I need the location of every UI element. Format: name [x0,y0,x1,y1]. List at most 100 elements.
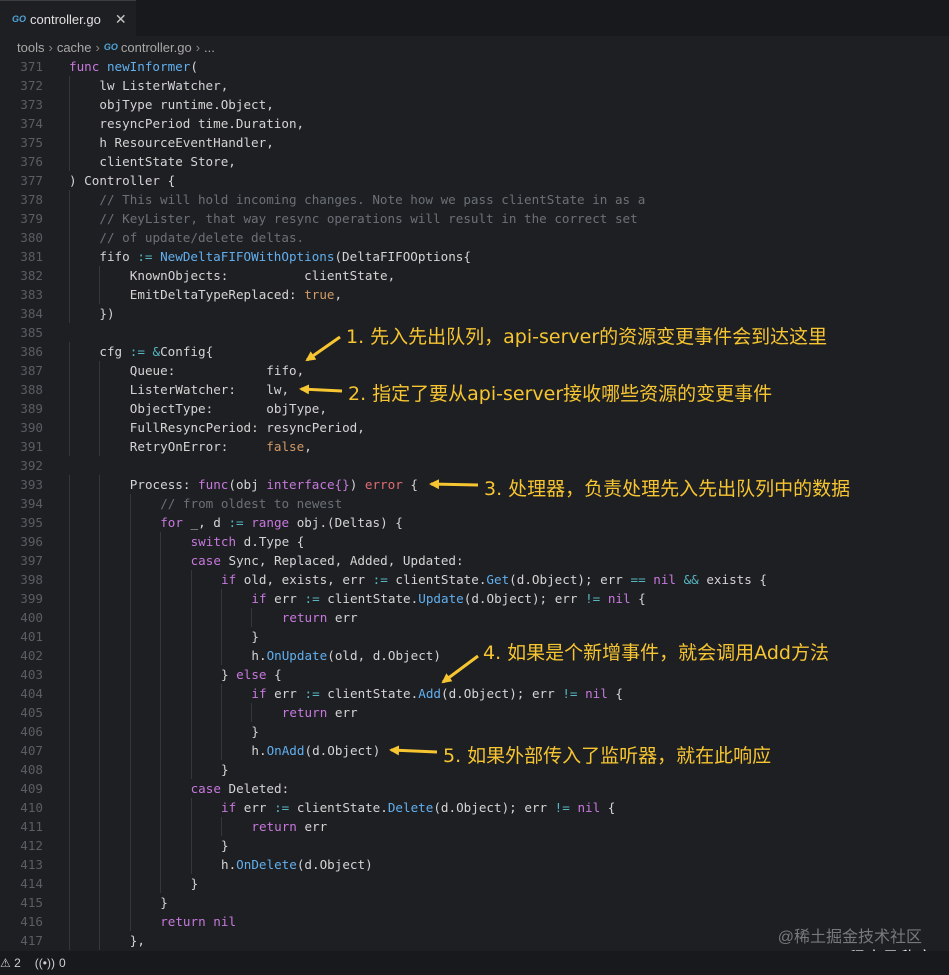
close-icon[interactable]: ✕ [115,11,127,28]
code-line[interactable]: 406} [0,722,949,741]
code-line[interactable]: 390 FullResyncPeriod: resyncPeriod, [0,418,949,437]
code-line[interactable]: 405 return err [0,703,949,722]
indent-guide [99,627,101,646]
code-line[interactable]: 400 return err [0,608,949,627]
signal-count[interactable]: 0 [59,956,66,970]
breadcrumb-file[interactable]: controller.go [121,40,192,55]
line-number: 383 [20,287,43,302]
code-token: nil [585,686,608,701]
code-text: h.OnAdd(d.Object) [251,741,380,760]
indent-guide [160,779,162,798]
code-token: RetryOnError: [129,439,267,454]
code-line[interactable]: 384}) [0,304,949,323]
code-line[interactable]: 410 if err := clientState.Delete(d.Object… [0,798,949,817]
indent-guide [99,494,101,513]
code-line[interactable]: 381 fifo := NewDeltaFIFOWithOptions(Delta… [0,247,949,266]
line-number: 379 [20,211,43,226]
code-line[interactable]: 382 KnownObjects: clientState, [0,266,949,285]
code-line[interactable]: 404 if err := clientState.Add(d.Object); … [0,684,949,703]
indent-guide [69,551,70,570]
code-line[interactable]: 379 // KeyLister, that way resync operati… [0,209,949,228]
line-number: 397 [20,553,43,568]
code-line[interactable]: 399 if err := clientState.Update(d.Object… [0,589,949,608]
indent-guide [99,266,101,285]
code-token: err [236,800,275,815]
indent-guide [69,855,70,874]
tab-controller-go[interactable]: GO controller.go ✕ [0,0,136,37]
indent-guide [69,266,70,285]
code-text: } [160,893,168,912]
code-line[interactable]: 371 func newInformer( [0,57,949,76]
indent-guide [129,912,131,931]
code-line[interactable]: 392 [0,456,949,475]
code-line[interactable]: 377) Controller { [0,171,949,190]
line-number: 388 [20,382,43,397]
code-line[interactable]: 373 objType runtime.Object, [0,95,949,114]
breadcrumb-cache[interactable]: cache [57,40,92,55]
code-line[interactable]: 412} [0,836,949,855]
code-token: FullResyncPeriod: resyncPeriod, [129,420,365,435]
code-text: return err [251,817,327,836]
indent-guide [221,608,222,627]
indent-guide [99,532,101,551]
indent-guide [129,722,131,741]
code-token: } [160,895,168,910]
indent-guide [160,646,162,665]
code-line[interactable]: 378 // This will hold incoming changes. N… [0,190,949,209]
chevron-right-icon: › [48,39,53,55]
breadcrumb-tools[interactable]: tools [17,40,44,55]
indent-guide [69,665,70,684]
code-line[interactable]: 413 h.OnDelete(d.Object) [0,855,949,874]
code-line[interactable]: 374 resyncPeriod time.Duration, [0,114,949,133]
broadcast-icon: ((•)) [34,956,55,970]
code-line[interactable]: 398 if old, exists, err := clientState.Ge… [0,570,949,589]
breadcrumb-more[interactable]: ... [204,40,215,55]
code-line[interactable]: 372 lw ListerWatcher, [0,76,949,95]
line-number: 406 [20,724,43,739]
code-line[interactable]: 415} [0,893,949,912]
code-token: newInformer [106,59,191,74]
indent-guide [129,855,131,874]
code-line[interactable]: 414} [0,874,949,893]
indent-guide [69,608,70,627]
indent-guide [69,228,70,247]
code-line[interactable]: 409 case Deleted: [0,779,949,798]
code-line[interactable]: 380 // of update/delete deltas. [0,228,949,247]
code-token: range [251,515,290,530]
code-line[interactable]: 411 return err [0,817,949,836]
code-line[interactable]: 391 RetryOnError: false, [0,437,949,456]
code-line[interactable]: 395 for _, d := range obj.(Deltas) { [0,513,949,532]
code-token: { [630,591,646,606]
code-line[interactable]: 375 h ResourceEventHandler, [0,133,949,152]
code-token: Add [418,686,441,701]
annotation-4: 4. 如果是个新增事件，就会调用Add方法 [483,642,829,664]
indent-guide [129,513,131,532]
indent-guide [160,684,162,703]
code-token: := [137,249,153,264]
line-number: 404 [20,686,43,701]
code-token: (old, d.Object) [327,648,441,663]
code-token: OnAdd [266,743,305,758]
indent-guide [69,741,70,760]
indent-guide [69,304,70,323]
code-line[interactable]: 396 switch d.Type { [0,532,949,551]
code-line[interactable]: 383 EmitDeltaTypeReplaced: true, [0,285,949,304]
code-text: cfg := &Config{ [99,342,213,361]
code-token: , [304,439,312,454]
indent-guide [69,95,70,114]
warnings-count[interactable]: ⚠ 2 [0,956,21,970]
code-line[interactable]: 387 Queue: fifo, [0,361,949,380]
indent-guide [190,703,192,722]
code-editor[interactable]: 371 func newInformer(372 lw ListerWatcher,… [0,57,949,950]
line-number: 415 [20,895,43,910]
code-line[interactable]: 403} else { [0,665,949,684]
indent-guide [69,247,70,266]
code-line[interactable]: 376 clientState Store, [0,152,949,171]
code-line[interactable]: 397 case Sync, Replaced, Added, Updated: [0,551,949,570]
code-text: h.OnUpdate(old, d.Object) [251,646,441,665]
code-token: err [296,819,328,834]
indent-guide [160,741,162,760]
tab-filename: controller.go [30,11,101,27]
indent-guide [160,874,162,893]
